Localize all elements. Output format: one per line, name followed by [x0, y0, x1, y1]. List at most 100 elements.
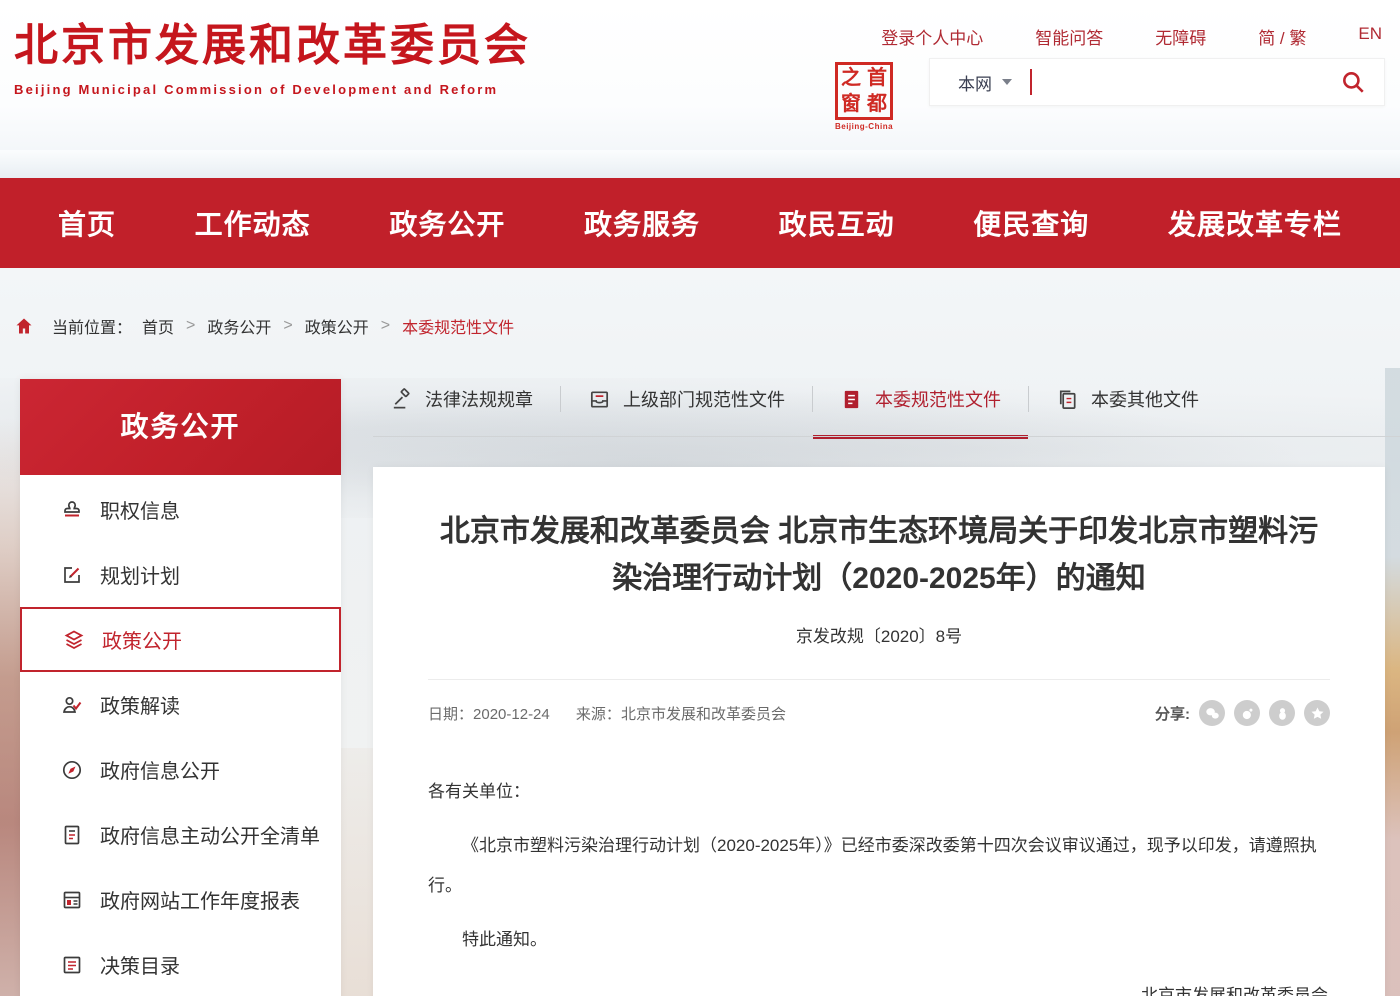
two-column-layout: 政务公开 职权信息: [0, 379, 1400, 996]
sidebar-item-annual-website-report[interactable]: 政府网站工作年度报表: [20, 867, 341, 932]
search-box: 本网: [929, 58, 1385, 106]
breadcrumb-label: 当前位置：: [52, 314, 132, 338]
sidebar-item-policy-disclosure[interactable]: 政策公开: [20, 607, 341, 672]
weibo-share-icon[interactable]: [1234, 700, 1260, 726]
copy-icon: [1056, 388, 1079, 411]
nav-item-government-affairs[interactable]: 政务公开: [389, 203, 505, 243]
header-quick-links: 登录个人中心 智能问答 无障碍 简 / 繁 EN: [881, 24, 1382, 49]
main-navigation: 首页 工作动态 政务公开 政务服务 政民互动 便民查询 发展改革专栏: [0, 178, 1400, 268]
share-label: 分享:: [1155, 703, 1190, 724]
nav-item-reform-column[interactable]: 发展改革专栏: [1168, 203, 1342, 243]
wechat-share-icon[interactable]: [1199, 700, 1225, 726]
breadcrumb-separator: >: [186, 317, 195, 335]
link-simplified-traditional[interactable]: 简 / 繁: [1258, 24, 1306, 49]
document-list-icon: [60, 823, 84, 847]
tab-commission-normative-documents[interactable]: 本委规范性文件: [813, 379, 1028, 419]
stamp-icon: [60, 498, 84, 522]
seal-icon: 之 首 窗 都: [835, 62, 893, 120]
seal-char: 窗: [838, 91, 864, 117]
sidebar-title: 政务公开: [20, 379, 341, 475]
sidebar-item-authority-info[interactable]: 职权信息: [20, 477, 341, 542]
paragraph: 《北京市塑料污染治理行动计划（2020-2025年）》已经市委深改委第十四次会议…: [428, 826, 1330, 906]
gavel-icon: [390, 388, 413, 411]
article-source: 北京市发展和改革委员会: [621, 706, 786, 723]
site-logo[interactable]: 北京市发展和改革委员会 Beijing Municipal Commission…: [14, 22, 531, 97]
sidebar-item-planning[interactable]: 规划计划: [20, 542, 341, 607]
salutation: 各有关单位：: [428, 772, 1330, 812]
home-icon: [14, 316, 34, 336]
link-login-personal-center[interactable]: 登录个人中心: [881, 24, 983, 49]
search-row: 之 首 窗 都 Beijing-China 本网: [833, 58, 1385, 131]
date-label: 日期：: [428, 706, 473, 723]
seal-caption: Beijing-China: [833, 122, 895, 131]
sidebar-item-label: 政府信息主动公开全清单: [100, 820, 320, 849]
search-icon: [1340, 69, 1366, 95]
compass-icon: [60, 758, 84, 782]
nav-item-government-services[interactable]: 政务服务: [584, 203, 700, 243]
site-header: 北京市发展和改革委员会 Beijing Municipal Commission…: [0, 0, 1400, 150]
article-date: 2020-12-24: [473, 706, 550, 723]
sidebar-item-gov-info-disclosure[interactable]: 政府信息公开: [20, 737, 341, 802]
document-icon: [840, 388, 863, 411]
site-subtitle: Beijing Municipal Commission of Developm…: [14, 82, 531, 97]
main-content: 法律法规规章 上级部门规范性文件: [373, 379, 1385, 996]
sidebar-item-label: 政府网站工作年度报表: [100, 885, 300, 914]
sky-photo-band: [0, 150, 1400, 178]
tabs-bottom-line: [373, 436, 1400, 437]
article-meta-left: 日期：2020-12-24 来源：北京市发展和改革委员会: [428, 703, 786, 724]
sidebar-item-decision-catalog[interactable]: 决策目录: [20, 932, 341, 996]
content-area: 当前位置： 首页 > 政务公开 > 政策公开 > 本委规范性文件 政务公开: [0, 268, 1400, 996]
sidebar-item-label: 职权信息: [100, 495, 180, 524]
breadcrumb: 当前位置： 首页 > 政务公开 > 政策公开 > 本委规范性文件: [0, 268, 1400, 338]
tab-label: 本委其他文件: [1091, 386, 1199, 412]
sidebar-item-proactive-disclosure-list[interactable]: 政府信息主动公开全清单: [20, 802, 341, 867]
tab-laws-regulations[interactable]: 法律法规规章: [387, 379, 560, 419]
plan-edit-icon: [60, 563, 84, 587]
inbox-icon: [588, 388, 611, 411]
link-accessibility[interactable]: 无障碍: [1155, 24, 1206, 49]
breadcrumb-policy-disclosure[interactable]: 政策公开: [305, 314, 369, 338]
tab-superior-normative-documents[interactable]: 上级部门规范性文件: [561, 379, 812, 419]
search-button[interactable]: [1340, 69, 1366, 95]
nav-item-work-updates[interactable]: 工作动态: [195, 203, 311, 243]
breadcrumb-home[interactable]: 首页: [142, 314, 174, 338]
breadcrumb-separator: >: [283, 317, 292, 335]
page: 北京市发展和改革委员会 Beijing Municipal Commission…: [0, 0, 1400, 996]
beijing-china-seal-logo[interactable]: 之 首 窗 都 Beijing-China: [833, 62, 895, 131]
qq-share-icon[interactable]: [1269, 700, 1295, 726]
source-label: 来源：: [576, 706, 621, 723]
sidebar-item-label: 政府信息公开: [100, 755, 220, 784]
tab-label: 上级部门规范性文件: [623, 386, 785, 412]
breadcrumb-gov-affairs[interactable]: 政务公开: [207, 314, 271, 338]
link-english[interactable]: EN: [1358, 24, 1382, 49]
document-number: 京发改规〔2020〕8号: [428, 622, 1330, 647]
search-scope-selector[interactable]: 本网: [958, 70, 1012, 95]
sidebar: 政务公开 职权信息: [20, 379, 341, 996]
article-title: 北京市发展和改革委员会 北京市生态环境局关于印发北京市塑料污染治理行动计划（20…: [428, 509, 1330, 602]
layers-icon: [62, 628, 86, 652]
sidebar-item-label: 决策目录: [100, 950, 180, 979]
nav-item-home[interactable]: 首页: [58, 203, 116, 243]
nav-item-public-interaction[interactable]: 政民互动: [779, 203, 895, 243]
site-title: 北京市发展和改革委员会: [14, 22, 531, 70]
link-smart-qa[interactable]: 智能问答: [1035, 24, 1103, 49]
search-input[interactable]: [1040, 62, 1340, 102]
article-panel: 北京市发展和改革委员会 北京市生态环境局关于印发北京市塑料污染治理行动计划（20…: [373, 467, 1385, 996]
tab-commission-other-documents[interactable]: 本委其他文件: [1029, 379, 1226, 419]
tab-label: 法律法规规章: [425, 386, 533, 412]
nav-item-convenience-query[interactable]: 便民查询: [973, 203, 1089, 243]
sidebar-item-label: 规划计划: [100, 560, 180, 589]
breadcrumb-separator: >: [381, 317, 390, 335]
person-check-icon: [60, 693, 84, 717]
catalog-icon: [60, 953, 84, 977]
text-cursor: [1030, 69, 1032, 95]
article-meta: 日期：2020-12-24 来源：北京市发展和改革委员会 分享:: [428, 679, 1330, 726]
search-scope-label: 本网: [958, 70, 992, 95]
paragraph: 特此通知。: [428, 920, 1330, 960]
document-category-tabs: 法律法规规章 上级部门规范性文件: [373, 379, 1385, 437]
sidebar-item-label: 政策公开: [102, 625, 182, 654]
sidebar-item-policy-interpretation[interactable]: 政策解读: [20, 672, 341, 737]
seal-char: 之: [838, 65, 864, 91]
signature: 北京市发展和改革委员会: [428, 976, 1330, 996]
qzone-share-icon[interactable]: [1304, 700, 1330, 726]
